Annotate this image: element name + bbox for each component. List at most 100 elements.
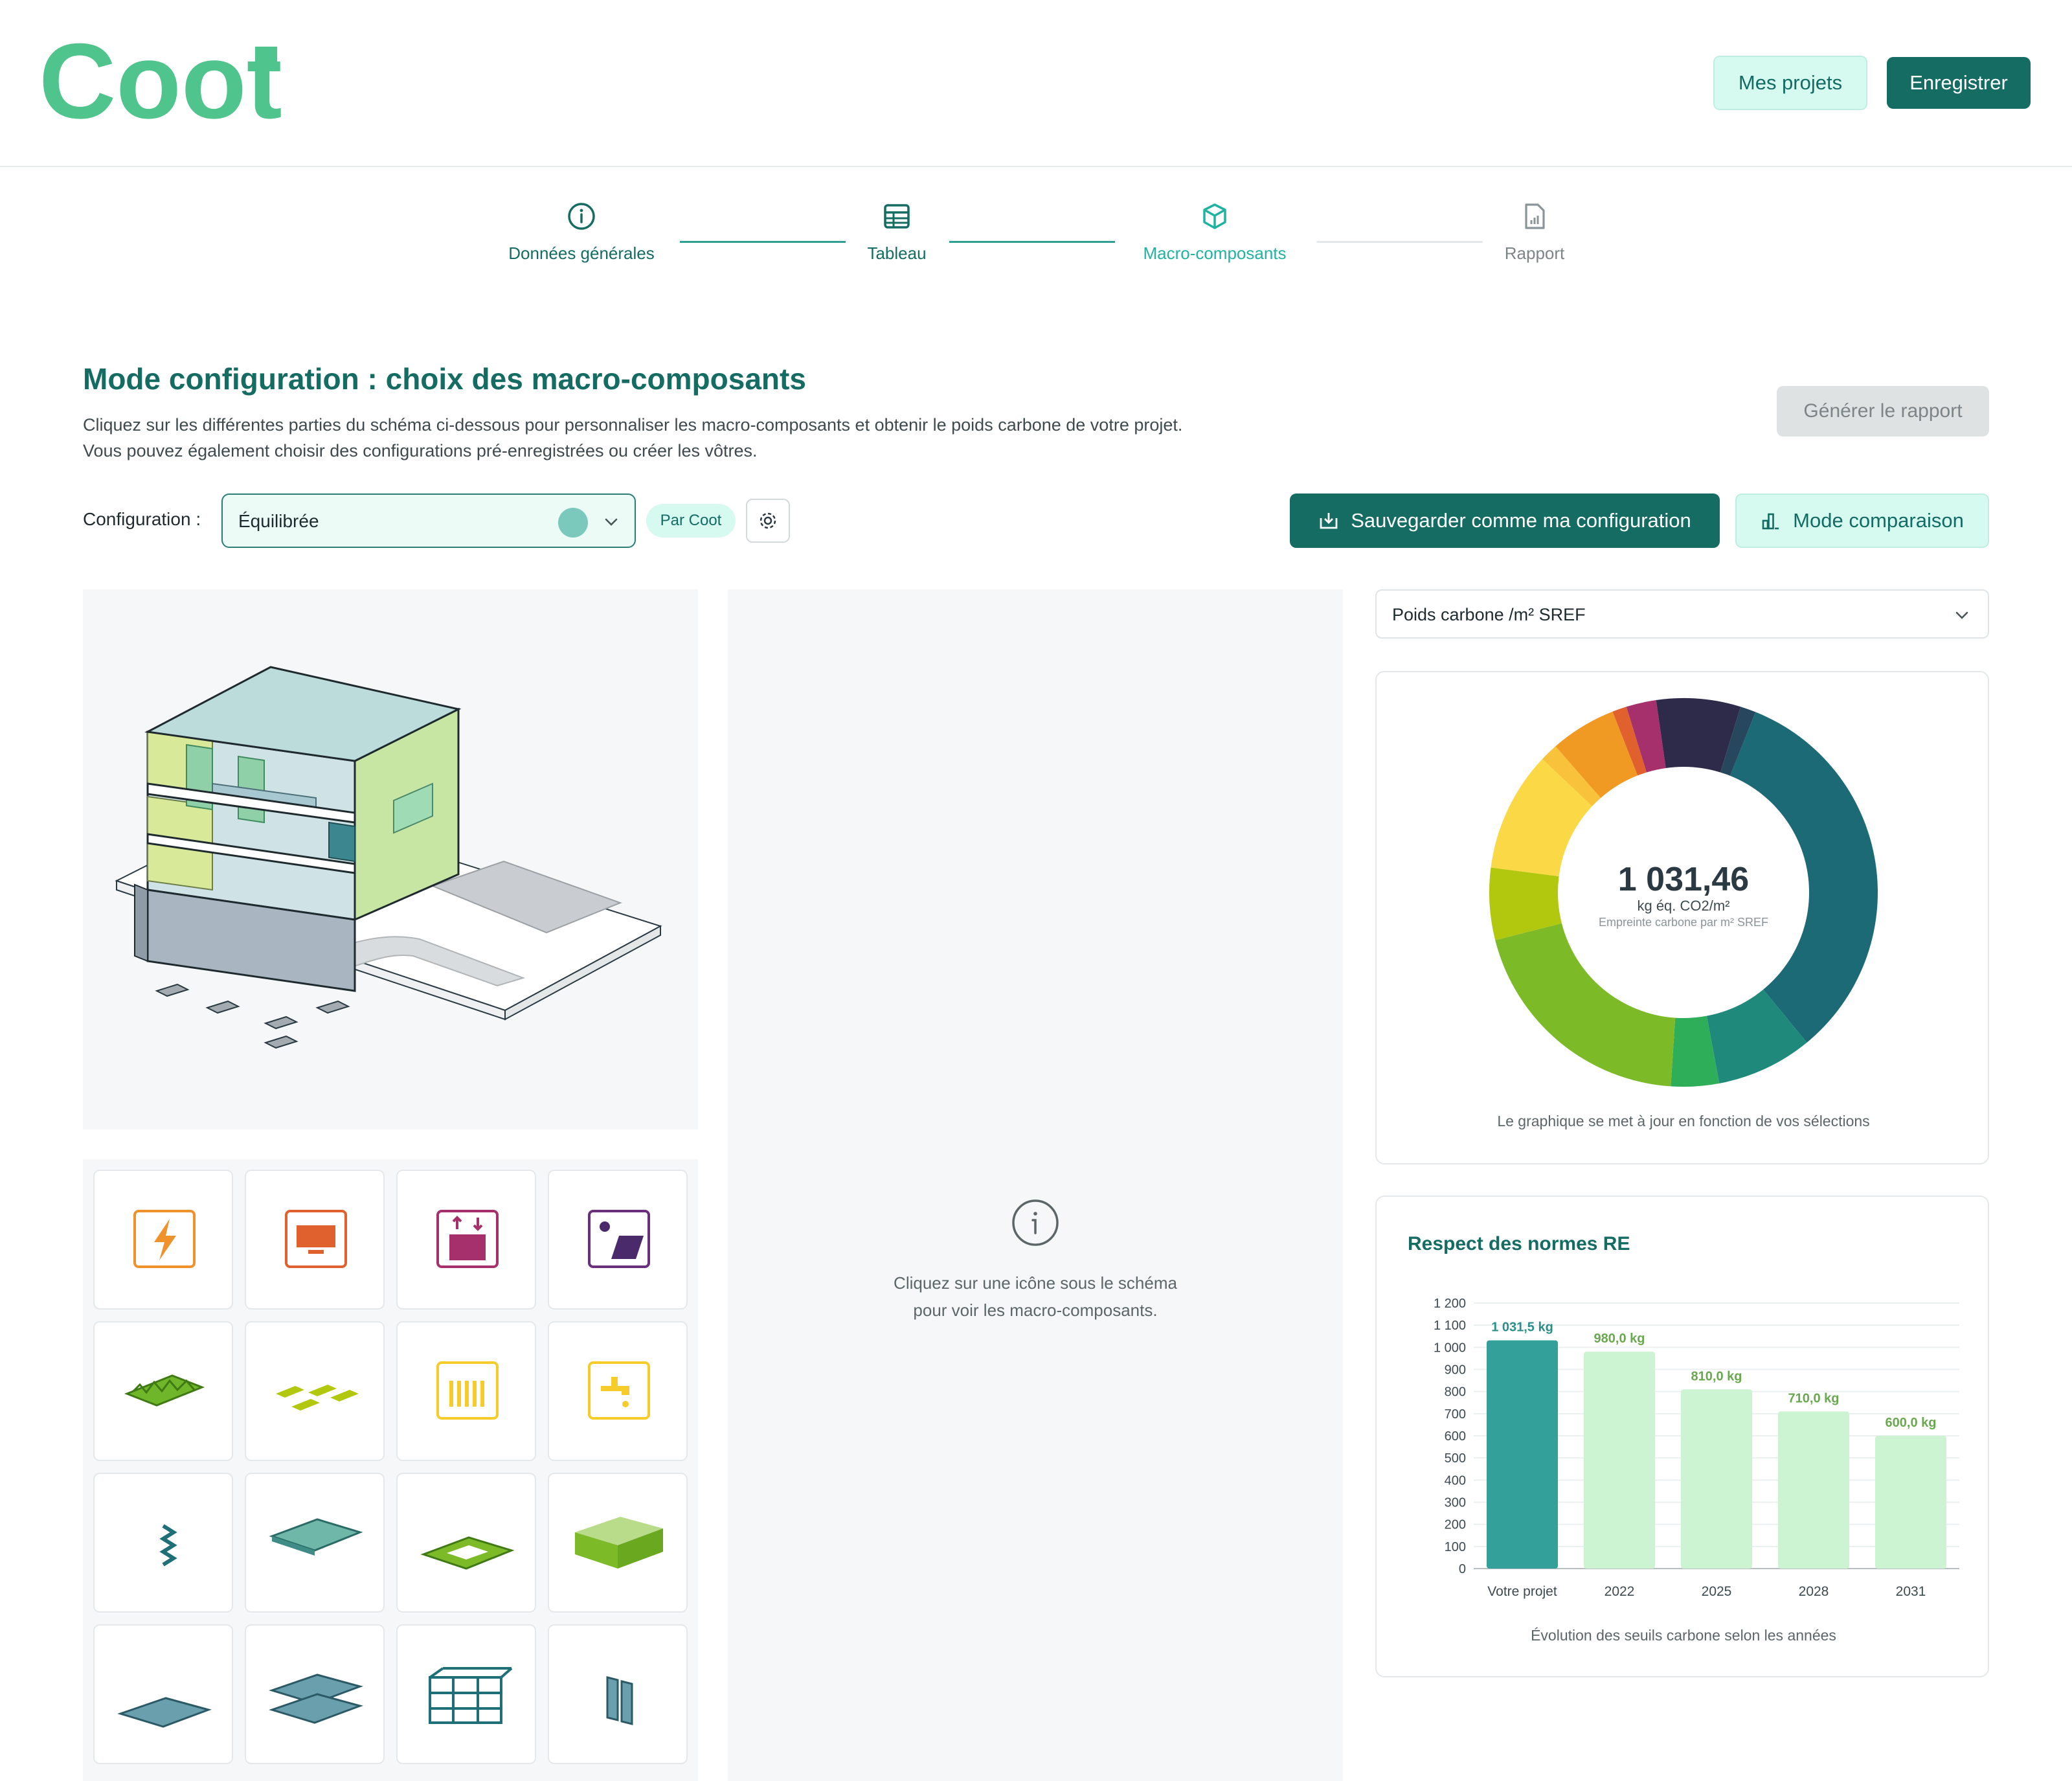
top-header: Coot Mes projets Enregistrer bbox=[0, 0, 2072, 167]
y-tick-label: 900 bbox=[1445, 1363, 1466, 1378]
bar-value-label: 710,0 kg bbox=[1788, 1391, 1840, 1405]
download-icon bbox=[1320, 513, 1338, 529]
metric-select[interactable]: Poids carbone /m² SREF bbox=[1375, 589, 1989, 639]
tile-partition-walls[interactable] bbox=[548, 1624, 688, 1764]
component-icons-grid bbox=[83, 1159, 698, 1781]
y-tick-label: 300 bbox=[1445, 1496, 1466, 1510]
tile-solar[interactable] bbox=[548, 1170, 688, 1310]
tile-ground-volume[interactable] bbox=[548, 1473, 688, 1613]
x-tick-label: Votre projet bbox=[1487, 1584, 1557, 1599]
step-label: Macro-composants bbox=[1143, 244, 1287, 263]
info-icon bbox=[566, 201, 597, 232]
step-table[interactable]: Tableau bbox=[787, 201, 1007, 264]
tile-intermediate-slabs[interactable] bbox=[245, 1624, 385, 1764]
configuration-selected-value: Équilibrée bbox=[238, 511, 319, 531]
building-schema-panel bbox=[83, 589, 698, 1129]
description-line: Cliquez sur les différentes parties du s… bbox=[83, 415, 1183, 435]
table-icon bbox=[881, 201, 912, 232]
y-tick-label: 1 100 bbox=[1434, 1319, 1466, 1333]
tile-elevator[interactable] bbox=[396, 1170, 536, 1310]
screen-icon bbox=[285, 1210, 347, 1268]
page-title: Mode configuration : choix des macro-com… bbox=[83, 362, 806, 396]
donut-subtitle: Empreinte carbone par m² SREF bbox=[1598, 916, 1769, 929]
y-tick-label: 800 bbox=[1445, 1385, 1466, 1400]
bar[interactable] bbox=[1875, 1436, 1946, 1569]
my-projects-button[interactable]: Mes projets bbox=[1713, 56, 1867, 110]
save-configuration-button[interactable]: Sauvegarder comme ma configuration bbox=[1290, 493, 1720, 548]
bar[interactable] bbox=[1681, 1389, 1752, 1569]
y-tick-label: 500 bbox=[1445, 1451, 1466, 1466]
chevron-down-icon bbox=[1955, 611, 1968, 619]
tile-base-slab[interactable] bbox=[93, 1624, 233, 1764]
settings-button[interactable] bbox=[746, 499, 790, 543]
plumbing-icon bbox=[588, 1361, 650, 1420]
carbon-donut-card: 1 031,46 kg éq. CO2/m² Empreinte carbone… bbox=[1375, 671, 1989, 1164]
step-report[interactable]: Rapport bbox=[1424, 201, 1645, 264]
configuration-select[interactable]: Équilibrée bbox=[221, 493, 636, 548]
tile-floor-slab[interactable] bbox=[245, 1473, 385, 1613]
tile-electricity[interactable] bbox=[93, 1170, 233, 1310]
step-general-data[interactable]: Données générales bbox=[471, 201, 692, 264]
base-slab-icon bbox=[117, 1697, 212, 1728]
y-tick-label: 600 bbox=[1445, 1429, 1466, 1444]
svg-text:Coot: Coot bbox=[39, 36, 282, 133]
bar-chart-icon bbox=[1762, 513, 1779, 530]
save-button[interactable]: Enregistrer bbox=[1887, 57, 2031, 109]
page-description: Cliquez sur les différentes parties du s… bbox=[83, 412, 1313, 464]
tile-screen[interactable] bbox=[245, 1170, 385, 1310]
y-tick-label: 0 bbox=[1459, 1562, 1466, 1576]
re-norms-bar-chart: 0 100 200 300 400 500 600 700 800 900 1 000 1 100 1 … bbox=[1434, 1297, 1959, 1599]
bar-chart-caption: Évolution des seuils carbone selon les a… bbox=[1531, 1627, 1836, 1644]
tile-foundation-ring[interactable] bbox=[396, 1473, 536, 1613]
tile-plumbing[interactable] bbox=[548, 1321, 688, 1461]
x-tick-label: 2022 bbox=[1605, 1584, 1635, 1599]
green-roof-icon bbox=[124, 1374, 205, 1407]
bar[interactable] bbox=[1584, 1352, 1655, 1569]
info-message-line: Cliquez sur une icône sous le schéma bbox=[894, 1273, 1177, 1293]
stairs-icon bbox=[159, 1524, 177, 1567]
tile-exterior-fittings[interactable] bbox=[245, 1321, 385, 1461]
bar-value-label: 1 031,5 kg bbox=[1491, 1321, 1553, 1335]
re-norms-title: Respect des normes RE bbox=[1408, 1233, 1630, 1254]
step-label: Rapport bbox=[1504, 244, 1565, 263]
generate-report-button[interactable]: Générer le rapport bbox=[1777, 386, 1989, 437]
compare-mode-label: Mode comparaison bbox=[1793, 509, 1964, 532]
y-tick-label: 400 bbox=[1445, 1473, 1466, 1488]
tile-heating[interactable] bbox=[396, 1321, 536, 1461]
re-norms-card: Respect des normes RE 0 100 200 300 400 500 60… bbox=[1375, 1196, 1989, 1677]
coot-badge-icon bbox=[558, 508, 588, 538]
chevron-down-icon bbox=[605, 518, 618, 526]
tile-green-roof[interactable] bbox=[93, 1321, 233, 1461]
info-message: Cliquez sur une icône sous le schéma pou… bbox=[728, 1269, 1343, 1324]
partition-walls-icon bbox=[606, 1676, 633, 1725]
intermediate-slabs-icon bbox=[269, 1673, 363, 1724]
tile-stairs[interactable] bbox=[93, 1473, 233, 1613]
donut-unit: kg éq. CO2/m² bbox=[1637, 898, 1730, 914]
step-macro-components[interactable]: Macro-composants bbox=[1105, 201, 1325, 264]
y-tick-label: 200 bbox=[1445, 1518, 1466, 1532]
bar[interactable] bbox=[1778, 1411, 1849, 1569]
electricity-icon bbox=[133, 1210, 196, 1268]
description-line: Vous pouvez également choisir des config… bbox=[83, 441, 758, 460]
bar-value-label: 600,0 kg bbox=[1886, 1416, 1937, 1430]
solar-panel-icon bbox=[588, 1210, 650, 1268]
info-icon bbox=[1012, 1199, 1059, 1246]
structure-frame-icon bbox=[429, 1667, 513, 1724]
progress-stepper: Données générales Tableau Macro-composan… bbox=[0, 201, 2072, 285]
compare-mode-button[interactable]: Mode comparaison bbox=[1735, 493, 1989, 548]
info-message-line: pour voir les macro-composants. bbox=[913, 1300, 1158, 1320]
y-tick-label: 1 000 bbox=[1434, 1341, 1466, 1355]
building-schema-illustration[interactable] bbox=[83, 589, 698, 1129]
tile-structure-frame[interactable] bbox=[396, 1624, 536, 1764]
coot-logo[interactable]: Coot bbox=[39, 36, 285, 133]
save-configuration-label: Sauvegarder comme ma configuration bbox=[1351, 509, 1691, 532]
x-tick-label: 2025 bbox=[1702, 1584, 1732, 1599]
donut-caption: Le graphique se met à jour en fonction d… bbox=[1497, 1113, 1870, 1129]
donut-total-value: 1 031,46 bbox=[1617, 861, 1750, 898]
component-details-panel bbox=[728, 589, 1343, 1781]
x-tick-label: 2031 bbox=[1896, 1584, 1926, 1599]
bar-value-label: 810,0 kg bbox=[1691, 1369, 1742, 1383]
elevator-icon bbox=[436, 1210, 499, 1268]
bar[interactable] bbox=[1487, 1340, 1558, 1569]
donut-slice[interactable] bbox=[1495, 923, 1676, 1087]
